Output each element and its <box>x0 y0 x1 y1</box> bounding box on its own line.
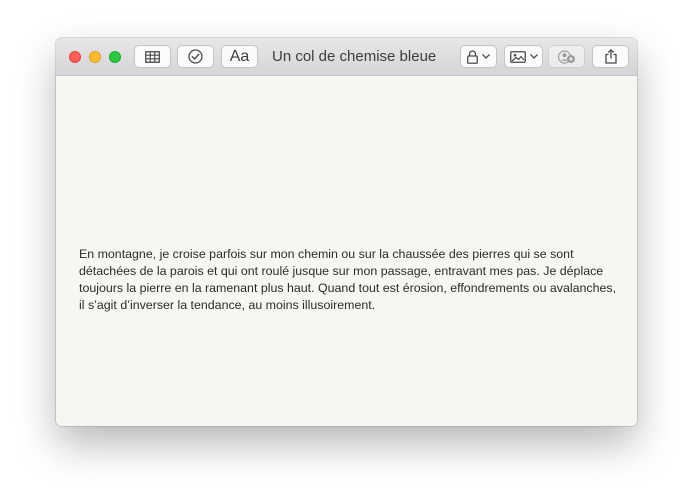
minimize-window-button[interactable] <box>89 51 101 63</box>
note-editor[interactable]: En montagne, je croise parfois sur mon c… <box>56 76 637 426</box>
media-button[interactable] <box>504 45 543 68</box>
format-button[interactable]: Aa <box>221 45 258 68</box>
collaborate-button[interactable] <box>548 45 585 68</box>
chevron-down-icon <box>529 54 538 59</box>
lock-icon <box>467 49 478 64</box>
photo-icon <box>509 50 526 63</box>
lock-button[interactable] <box>460 45 497 68</box>
note-title: Un col de chemise bleue <box>272 48 437 65</box>
notes-window: Aa Un col de chemise bleue En montagne, … <box>56 38 637 426</box>
add-people-icon <box>557 49 575 64</box>
note-body[interactable]: En montagne, je croise parfois sur mon c… <box>79 246 619 314</box>
table-icon <box>145 50 160 63</box>
title-bar: Aa Un col de chemise bleue <box>56 38 637 76</box>
checklist-button[interactable] <box>177 45 214 68</box>
format-label: Aa <box>229 47 250 65</box>
maximize-window-button[interactable] <box>109 51 121 63</box>
chevron-down-icon <box>482 54 490 59</box>
table-button[interactable] <box>134 45 171 68</box>
checklist-icon <box>188 49 203 64</box>
share-button[interactable] <box>592 45 629 68</box>
close-window-button[interactable] <box>69 51 81 63</box>
share-icon <box>604 49 617 64</box>
